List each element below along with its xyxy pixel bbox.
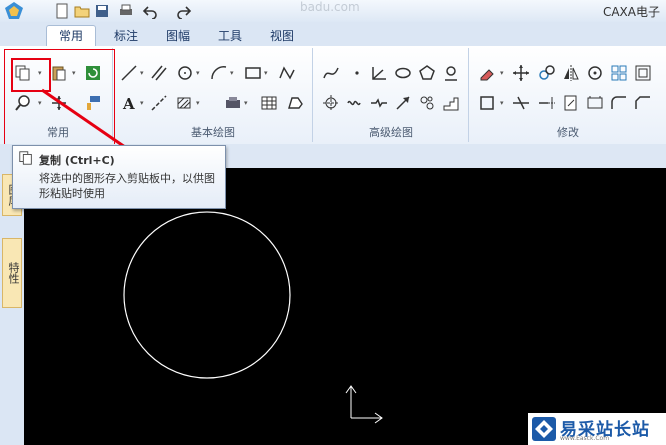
tooltip-title: 复制 (Ctrl+C) (39, 154, 115, 167)
tooltip-description: 将选中的图形存入剪贴板中，以供图形粘贴时使用 (39, 172, 215, 200)
watermark-logo-icon (532, 417, 556, 441)
site-watermark: 易采站长站 www.Easck.Com (528, 413, 666, 445)
watermark-subtext: www.Easck.Com (560, 435, 610, 442)
tooltip-copy-icon (18, 150, 34, 166)
copy-tooltip: 复制 (Ctrl+C) 将选中的图形存入剪贴板中，以供图形粘贴时使用 (12, 145, 226, 209)
annotation-arrow (41, 88, 152, 165)
